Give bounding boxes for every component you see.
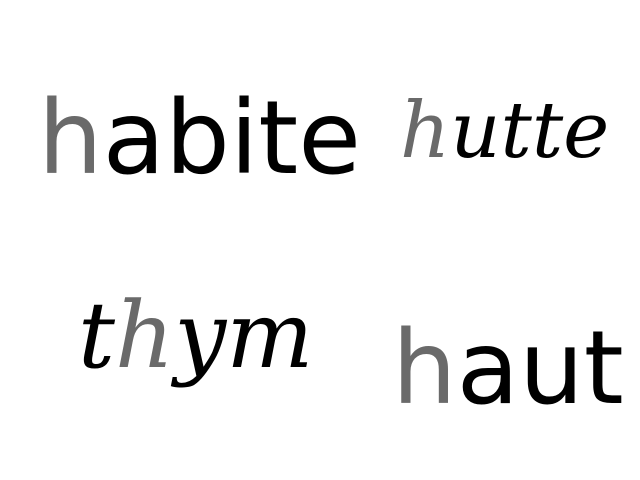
highlighted-letter-h: h [392,309,457,428]
highlighted-letter-h: h [400,86,451,176]
word-thym: thym [78,290,313,382]
word-habite: habite [38,88,361,190]
word-haut: haut [392,318,624,420]
highlighted-letter-h: h [114,282,175,389]
highlighted-letter-h: h [38,79,103,198]
word-rest: aut [456,309,624,428]
word-prefix: t [78,282,115,389]
word-rest: utte [450,86,610,176]
word-rest: abite [102,79,361,198]
word-rest: ym [174,282,314,389]
word-hutte: hutte [400,92,609,170]
